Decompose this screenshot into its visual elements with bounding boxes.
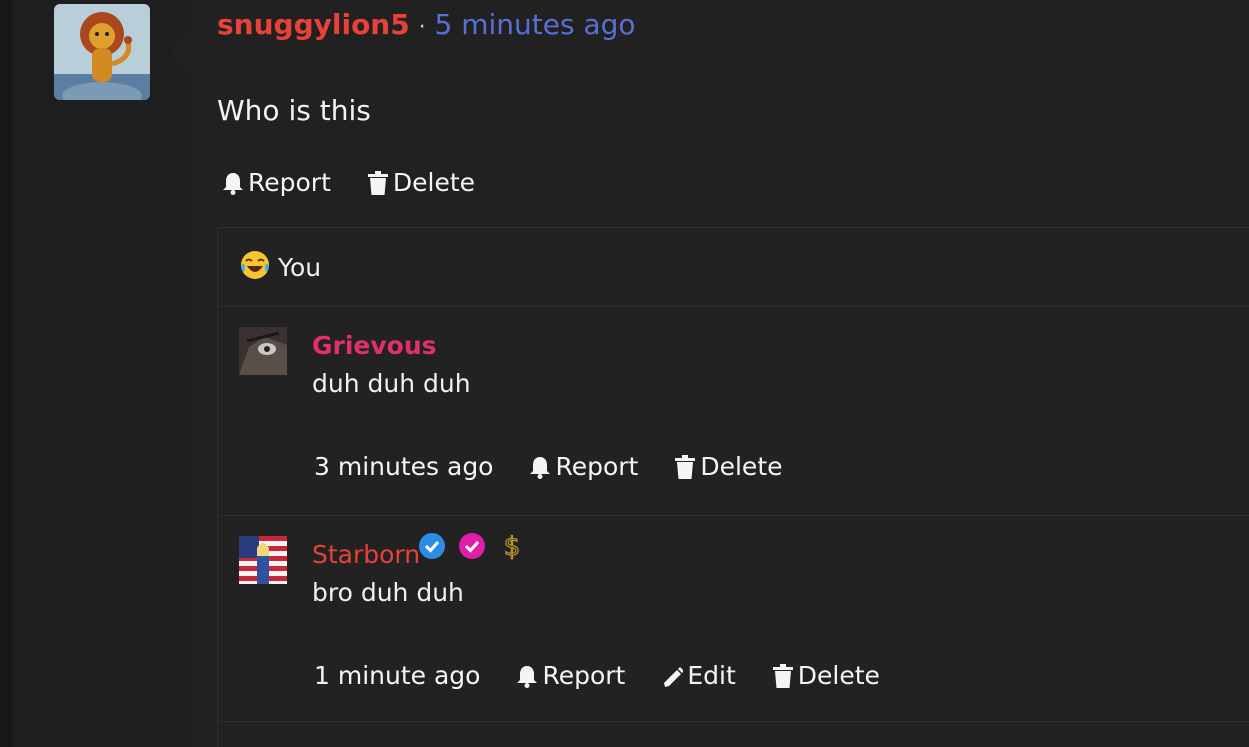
replies-section: You Grievous duh duh duh 3 minutes ago R…	[217, 227, 1249, 747]
delete-label: Delete	[392, 168, 476, 197]
reply-avatar[interactable]	[239, 742, 287, 747]
trash-icon	[675, 454, 696, 479]
delete-button[interactable]: Delete	[772, 661, 880, 690]
reply-item: Starborn $ bro duh duh 1 minute ago Repo…	[218, 516, 1249, 722]
verified-pink-icon[interactable]	[458, 532, 486, 560]
author-avatar[interactable]	[54, 4, 150, 100]
post-header: snuggylion5 · 5 minutes ago	[217, 8, 636, 41]
delete-label: Delete	[797, 661, 880, 690]
delete-button[interactable]: Delete	[674, 452, 783, 481]
reply-username[interactable]: Grievous	[312, 331, 437, 360]
post-username[interactable]: snuggylion5	[217, 8, 410, 41]
bell-icon	[517, 665, 538, 688]
report-button[interactable]: Report	[516, 661, 625, 690]
report-button[interactable]: Report	[222, 168, 331, 197]
post-actions: Report Delete	[222, 168, 511, 197]
separator: ·	[418, 15, 426, 40]
delete-button[interactable]: Delete	[367, 168, 475, 197]
reply-avatar[interactable]	[239, 536, 287, 584]
page: snuggylion5 · 5 minutes ago Who is this …	[0, 0, 1249, 747]
post-body: Who is this	[217, 94, 371, 127]
pencil-icon	[664, 666, 684, 687]
report-label: Report	[555, 452, 639, 481]
bell-icon	[223, 172, 243, 195]
reply-text: duh duh duh	[312, 369, 471, 398]
author-column	[12, 0, 192, 747]
reply-actions: 1 minute ago Report Edit Delete	[314, 661, 916, 690]
reply-item: Grievous duh duh duh 3 minutes ago Repor…	[218, 307, 1249, 516]
edit-button[interactable]: Edit	[661, 661, 736, 690]
edit-label: Edit	[687, 661, 736, 690]
trash-icon	[772, 663, 793, 688]
reply-timestamp: 1 minute ago	[314, 661, 481, 690]
delete-label: Delete	[700, 452, 783, 481]
reaction-label: You	[278, 253, 322, 282]
speech-arrow	[170, 30, 192, 74]
verified-blue-icon[interactable]	[418, 532, 446, 560]
trash-icon	[367, 170, 388, 195]
dollar-icon[interactable]: $	[498, 532, 526, 560]
reply-timestamp: 3 minutes ago	[314, 452, 494, 481]
report-label: Report	[248, 168, 331, 197]
badges: $	[418, 532, 538, 560]
reply-text: bro duh duh	[312, 578, 464, 607]
reaction-row: You	[218, 228, 1249, 307]
left-rail	[0, 0, 12, 747]
reply-avatar[interactable]	[239, 327, 287, 375]
reply-actions: 3 minutes ago Report Delete	[314, 452, 819, 481]
crying-laughing-emoji-icon[interactable]	[240, 250, 270, 280]
reply-username[interactable]: Starborn	[312, 540, 420, 569]
report-label: Report	[542, 661, 626, 690]
bell-icon	[530, 456, 551, 479]
post-time-link[interactable]: 5 minutes ago	[435, 8, 636, 41]
svg-text:$: $	[504, 532, 521, 560]
report-button[interactable]: Report	[529, 452, 638, 481]
